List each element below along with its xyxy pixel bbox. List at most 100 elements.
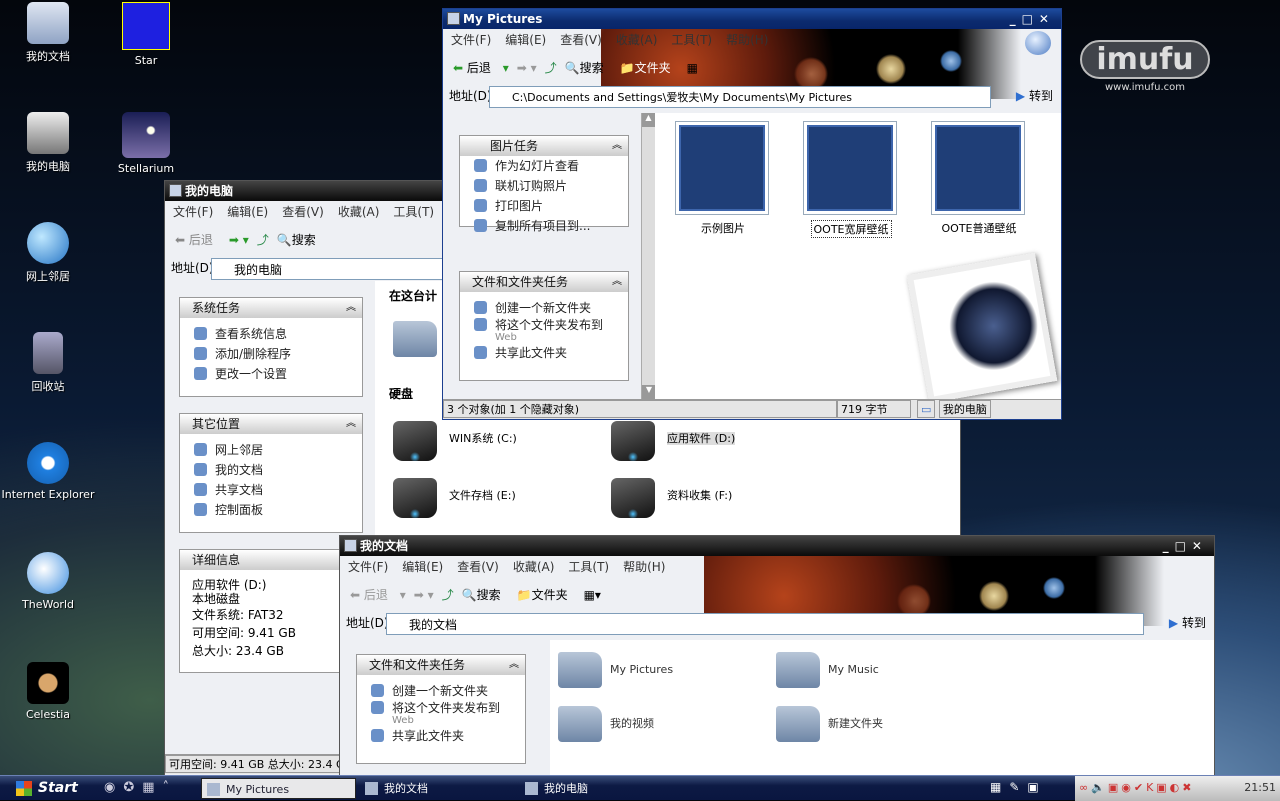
- menu-tools[interactable]: 工具(T): [671, 33, 712, 47]
- collapse-icon[interactable]: ︽: [509, 655, 519, 675]
- menu-help[interactable]: 帮助(H): [726, 33, 768, 47]
- task-slideshow[interactable]: 作为幻灯片查看: [460, 156, 628, 176]
- taskbar-my-pictures[interactable]: My Pictures: [201, 778, 356, 799]
- search-button[interactable]: 🔍搜索: [462, 588, 509, 602]
- taskbar-my-documents[interactable]: 我的文档: [360, 778, 515, 799]
- menu-edit[interactable]: 编辑(E): [227, 205, 268, 219]
- address-input[interactable]: 我的文档: [386, 613, 1144, 635]
- folder-oote-wide[interactable]: OOTE宽屏壁纸: [803, 121, 899, 238]
- start-button[interactable]: Start: [14, 777, 84, 800]
- back-button[interactable]: ⬅ 后退: [175, 233, 221, 247]
- views-button[interactable]: ▦▾: [584, 588, 601, 602]
- desktop-icon-my-computer[interactable]: 我的电脑: [0, 112, 96, 174]
- back-button[interactable]: ⬅ 后退 ▾: [350, 588, 406, 602]
- desktop-icon-ie[interactable]: Internet Explorer: [0, 442, 96, 501]
- collapse-icon[interactable]: ︽: [612, 136, 622, 156]
- scrollbar[interactable]: ▲ ▼: [641, 113, 656, 399]
- folders-button[interactable]: 📁文件夹: [620, 61, 679, 75]
- ie-icon: [27, 442, 69, 484]
- task-share-folder[interactable]: 共享此文件夹: [357, 726, 525, 746]
- menu-file[interactable]: 文件(F): [451, 33, 491, 47]
- desktop-icon-recycle-bin[interactable]: 回收站: [0, 332, 96, 394]
- desktop-icon-celestia[interactable]: Celestia: [0, 662, 96, 721]
- up-button[interactable]: ⤴: [442, 588, 454, 602]
- title-bar[interactable]: 我的文档 _□✕: [340, 536, 1214, 556]
- go-button[interactable]: ▶ 转到: [1016, 85, 1053, 107]
- forward-button[interactable]: ➡ ▾: [517, 61, 537, 75]
- desktop-icon-network[interactable]: 网上邻居: [0, 222, 96, 284]
- task-publish-web[interactable]: 将这个文件夹发布到: [460, 318, 628, 332]
- quick-launch[interactable]: ◉✪▦˄: [104, 780, 177, 795]
- task-order-prints[interactable]: 联机订购照片: [460, 176, 628, 196]
- task-print[interactable]: 打印图片: [460, 196, 628, 216]
- folders-button[interactable]: 📁文件夹: [517, 588, 576, 602]
- clock[interactable]: 21:51: [1244, 776, 1276, 800]
- collapse-icon[interactable]: ︽: [346, 298, 356, 318]
- menu-favorites[interactable]: 收藏(A): [513, 560, 555, 574]
- menu-view[interactable]: 查看(V): [560, 33, 602, 47]
- menu-file[interactable]: 文件(F): [348, 560, 388, 574]
- task-add-remove[interactable]: 添加/删除程序: [180, 344, 362, 364]
- menu-favorites[interactable]: 收藏(A): [616, 33, 658, 47]
- folder-icon: [558, 706, 602, 742]
- window-controls[interactable]: _□✕: [1163, 536, 1208, 556]
- menu-favorites[interactable]: 收藏(A): [338, 205, 380, 219]
- collapse-icon[interactable]: ︽: [612, 272, 622, 292]
- folder-my-videos[interactable]: 我的视频: [554, 700, 754, 748]
- menu-view[interactable]: 查看(V): [282, 205, 324, 219]
- my-pictures-window[interactable]: My Pictures _□✕ 文件(F) 编辑(E) 查看(V) 收藏(A) 工具(T)…: [442, 8, 1062, 420]
- place-shared-documents[interactable]: 共享文档: [180, 480, 362, 500]
- task-new-folder[interactable]: 创建一个新文件夹: [357, 681, 525, 701]
- thumbnail: [803, 121, 897, 215]
- folder-my-pictures[interactable]: My Pictures: [554, 646, 754, 694]
- forward-button[interactable]: ➡ ▾: [229, 233, 249, 247]
- menu-edit[interactable]: 编辑(E): [402, 560, 443, 574]
- search-button[interactable]: 🔍搜索: [277, 233, 324, 247]
- print-icon: [474, 199, 487, 212]
- menu-tools[interactable]: 工具(T): [568, 560, 609, 574]
- drive-d[interactable]: 应用软件 (D:): [611, 419, 831, 463]
- place-network[interactable]: 网上邻居: [180, 440, 362, 460]
- task-copy-all[interactable]: 复制所有项目到...: [460, 216, 628, 236]
- content-area: 示例图片 OOTE宽屏壁纸 OOTE普通壁纸: [655, 113, 1061, 404]
- folder-new[interactable]: 新建文件夹: [772, 700, 972, 748]
- task-change-setting[interactable]: 更改一个设置: [180, 364, 362, 384]
- place-my-documents[interactable]: 我的文档: [180, 460, 362, 480]
- task-publish-web[interactable]: 将这个文件夹发布到: [357, 701, 525, 715]
- task-share-folder[interactable]: 共享此文件夹: [460, 343, 628, 363]
- up-button[interactable]: ⤴: [545, 61, 557, 75]
- search-button[interactable]: 🔍搜索: [565, 61, 612, 75]
- folder-oote-normal[interactable]: OOTE普通壁纸: [931, 121, 1027, 236]
- menu-help[interactable]: 帮助(H): [623, 560, 665, 574]
- folder-sample-pictures[interactable]: 示例图片: [675, 121, 771, 236]
- drive-f[interactable]: 资料收集 (F:): [611, 476, 831, 520]
- computer-icon: [169, 184, 182, 197]
- desktop-icon-my-documents[interactable]: 我的文档: [0, 2, 96, 64]
- address-input[interactable]: C:\Documents and Settings\爱牧夫\My Documen…: [489, 86, 991, 108]
- taskbar-my-computer[interactable]: 我的电脑: [520, 778, 675, 799]
- tray-icons[interactable]: ∞🔈▣◉✔K▣◐✖: [1079, 781, 1195, 794]
- task-new-folder[interactable]: 创建一个新文件夹: [460, 298, 628, 318]
- place-control-panel[interactable]: 控制面板: [180, 500, 362, 520]
- task-system-info[interactable]: 查看系统信息: [180, 324, 362, 344]
- menu-edit[interactable]: 编辑(E): [505, 33, 546, 47]
- menu-file[interactable]: 文件(F): [173, 205, 213, 219]
- up-button[interactable]: ⤴: [257, 233, 269, 247]
- title-bar[interactable]: My Pictures _□✕: [443, 9, 1061, 29]
- back-button[interactable]: ⬅ 后退 ▾: [453, 61, 509, 75]
- folder-my-music[interactable]: My Music: [772, 646, 972, 694]
- go-button[interactable]: ▶ 转到: [1169, 612, 1206, 634]
- desktop-icon-stellarium[interactable]: Stellarium: [98, 112, 194, 175]
- window-controls[interactable]: _□✕: [1010, 9, 1055, 29]
- desktop-icon-star[interactable]: Star: [98, 2, 194, 67]
- menu-view[interactable]: 查看(V): [457, 560, 499, 574]
- forward-button[interactable]: ➡ ▾: [414, 588, 434, 602]
- views-button[interactable]: ▦: [687, 61, 698, 75]
- collapse-icon[interactable]: ︽: [346, 414, 356, 434]
- drive-c[interactable]: WIN系统 (C:): [393, 419, 613, 463]
- drive-e[interactable]: 文件存档 (E:): [393, 476, 613, 520]
- my-documents-window[interactable]: 我的文档 _□✕ 文件(F) 编辑(E) 查看(V) 收藏(A) 工具(T) 帮助(H) ⬅…: [339, 535, 1215, 776]
- desktop-icon-theworld[interactable]: TheWorld: [0, 552, 96, 611]
- menu-tools[interactable]: 工具(T): [393, 205, 434, 219]
- toolbar-icons[interactable]: ▦✎▣: [990, 780, 1047, 794]
